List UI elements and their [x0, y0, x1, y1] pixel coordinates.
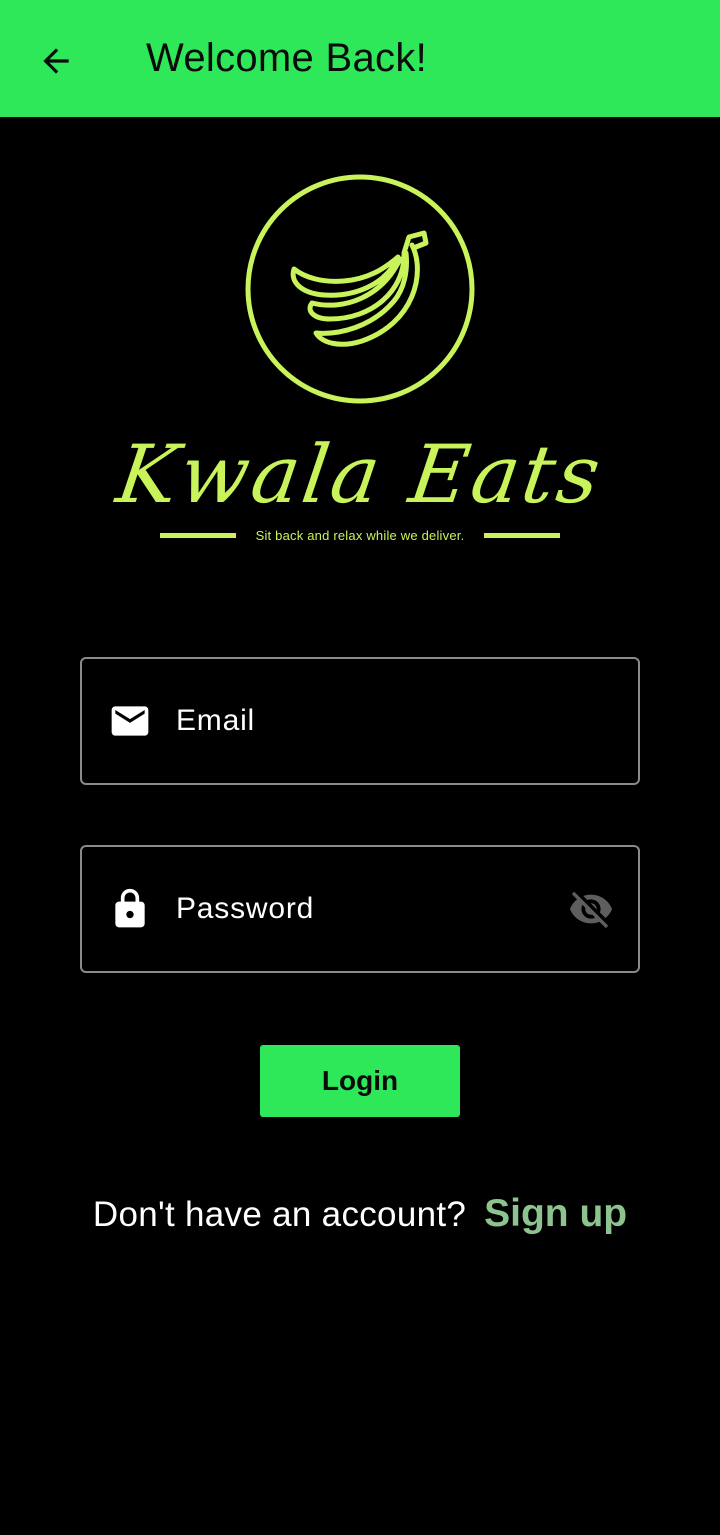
- tagline-divider-right: [484, 532, 560, 538]
- email-field[interactable]: [80, 657, 640, 785]
- password-input[interactable]: [176, 847, 556, 971]
- eye-off-icon[interactable]: [566, 884, 616, 934]
- page-title: Welcome Back!: [146, 36, 428, 80]
- banana-icon: [245, 174, 475, 404]
- brand-name: Kwala Eats: [111, 428, 609, 521]
- signup-link[interactable]: Sign up: [484, 1192, 627, 1235]
- mail-icon: [108, 699, 152, 743]
- app-bar: Welcome Back!: [0, 0, 720, 117]
- back-button[interactable]: [26, 34, 86, 88]
- tagline-row: Sit back and relax while we deliver.: [160, 525, 560, 545]
- password-field[interactable]: [80, 845, 640, 973]
- signup-prompt: Don't have an account?: [92, 1195, 467, 1234]
- tagline-divider-left: [160, 532, 236, 538]
- login-button[interactable]: Login: [260, 1045, 460, 1117]
- lock-icon: [108, 887, 152, 931]
- tagline: Sit back and relax while we deliver.: [255, 527, 465, 543]
- arrow-left-icon: [43, 48, 69, 74]
- email-input[interactable]: [176, 659, 556, 783]
- signup-row: Don't have an account? Sign up: [0, 1192, 720, 1236]
